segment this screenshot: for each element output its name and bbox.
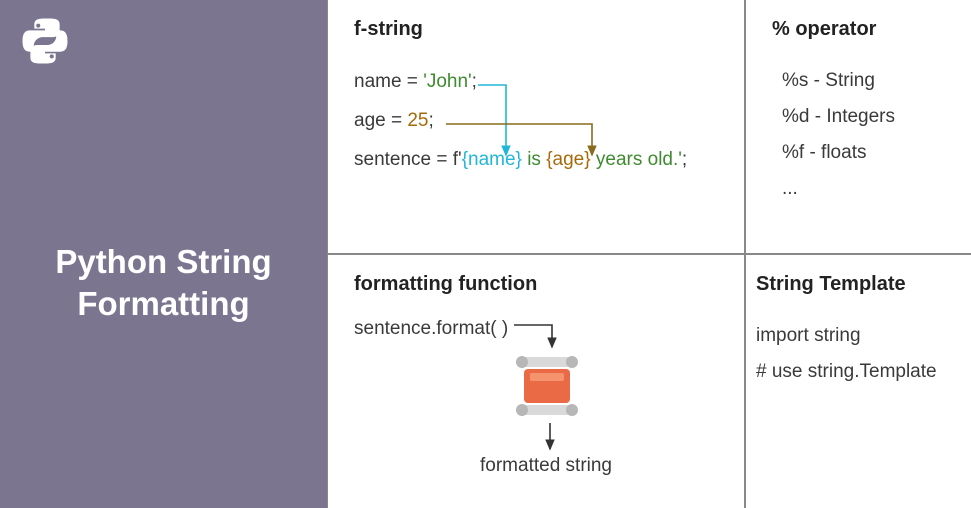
list-item: %d - Integers [782,99,951,135]
section-title: f-string [354,18,724,41]
code-token: {name} [462,149,522,170]
list-item: ... [782,171,951,207]
machine-icon [504,351,590,421]
section-title: % operator [772,18,951,41]
diagram-canvas: Python StringFormatting f-string name = … [0,0,971,508]
section-title: formatting function [354,273,724,296]
template-lines: import string # use string.Template [756,318,967,390]
title-wrap: Python StringFormatting [0,57,327,508]
code-line: sentence = f'{name} is {age} years old.'… [354,141,724,180]
code-token: 'John' [423,71,471,92]
code-token: is [522,149,546,170]
code-token: ; [472,71,477,92]
section-title: String Template [756,273,967,296]
grid: f-string name = 'John'; age = 25; senten… [327,0,971,508]
code-token: age = [354,110,407,131]
format-call: sentence.format( ) [354,318,724,340]
code-line: # use string.Template [756,354,967,390]
left-panel: Python StringFormatting [0,0,327,508]
section-operator: % operator %s - String %d - Integers %f … [745,0,971,254]
list-item: %f - floats [782,135,951,171]
code-line: import string [756,318,967,354]
code-token: ; [429,110,434,131]
code-token: years old.' [591,149,682,170]
operator-list: %s - String %d - Integers %f - floats ..… [772,63,951,207]
code-token: {age} [546,149,590,170]
code-line: name = 'John'; [354,63,724,102]
code-token: sentence = f' [354,149,462,170]
code-line: age = 25; [354,102,724,141]
fstring-code: name = 'John'; age = 25; sentence = f'{n… [354,63,724,180]
section-fstring: f-string name = 'John'; age = 25; senten… [327,0,745,254]
code-token: ; [682,149,687,170]
list-item: %s - String [782,63,951,99]
code-token: 25 [407,110,428,131]
format-output: formatted string [480,455,612,477]
page-title: Python StringFormatting [55,241,271,324]
section-formatfn: formatting function sentence.format( ) f… [327,254,745,508]
section-template: String Template import string # use stri… [745,254,971,508]
code-token: name = [354,71,423,92]
